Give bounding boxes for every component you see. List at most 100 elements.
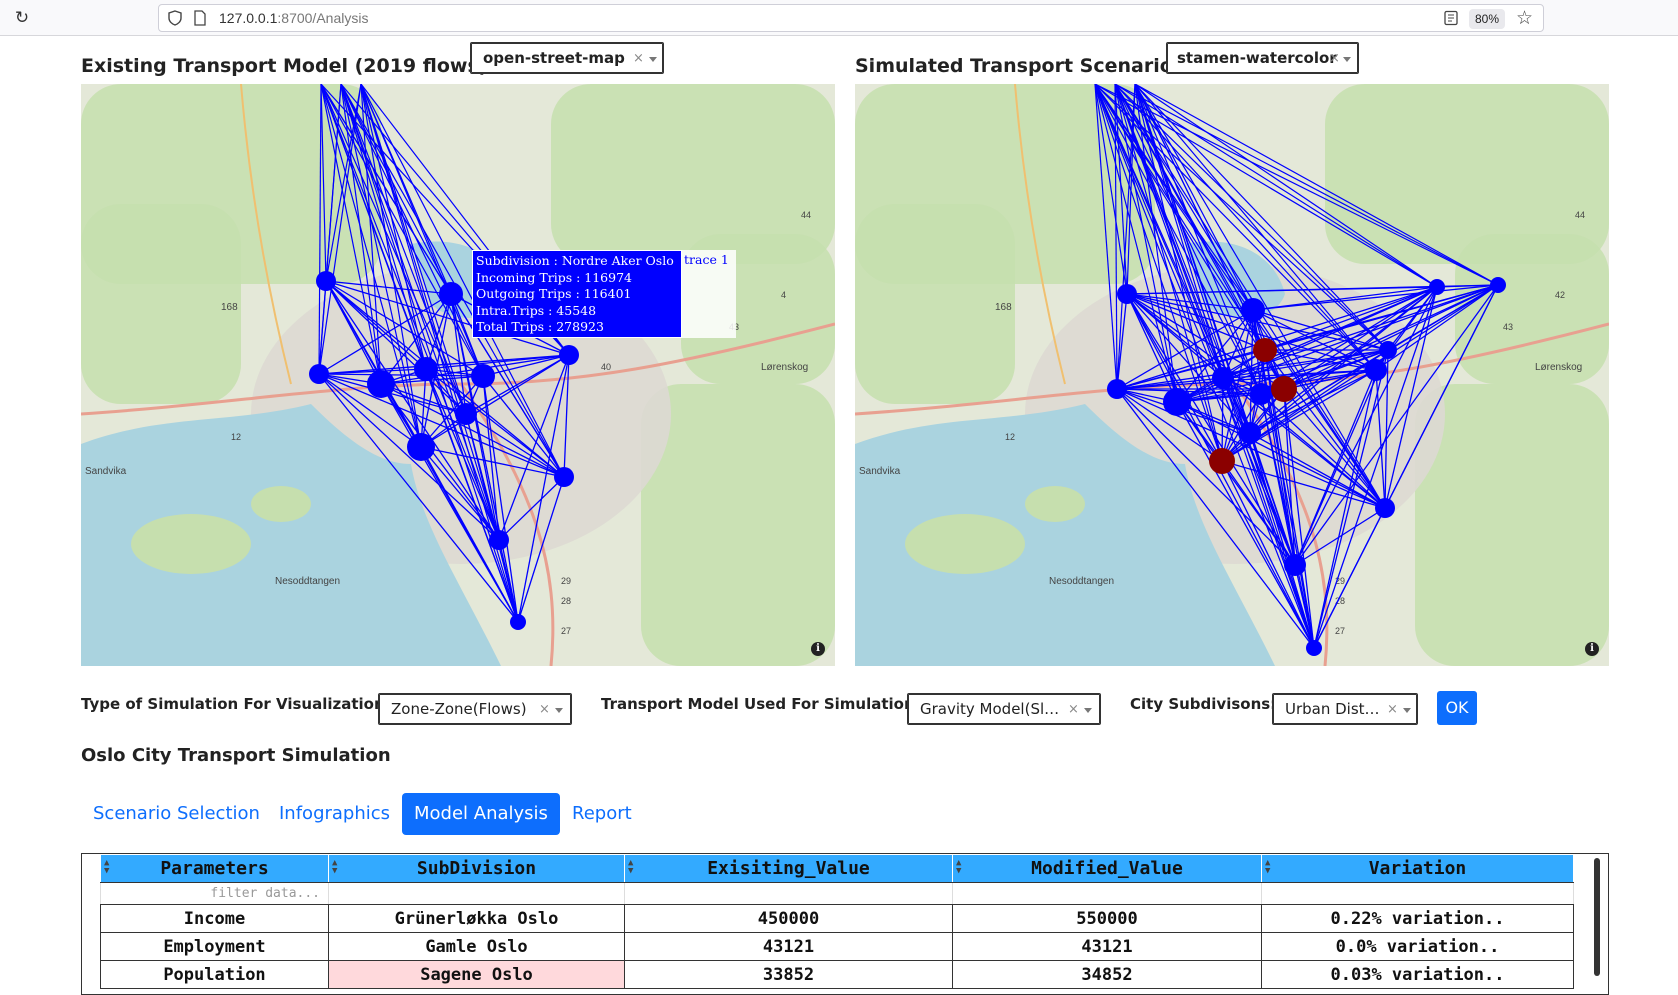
clear-icon[interactable]: × — [1387, 702, 1398, 717]
simulated-flow-map-canvas[interactable]: 168LørenskogSandvikaNesoddtangen12404344… — [855, 84, 1609, 666]
flow-node — [489, 530, 509, 550]
tab-report[interactable]: Report — [560, 793, 644, 835]
table-cell[interactable]: 550000 — [952, 904, 1262, 933]
column-label: SubDivision — [416, 858, 537, 879]
table-cell[interactable]: Gamle Oslo — [328, 932, 625, 961]
map-forest-area — [1455, 234, 1609, 384]
reader-view-icon[interactable] — [1443, 10, 1459, 26]
map-place-label: 12 — [1005, 432, 1015, 442]
flow-node — [1271, 376, 1297, 402]
table-cell[interactable]: Income — [100, 904, 329, 933]
map-place-label: 44 — [801, 210, 811, 220]
sort-icon[interactable]: ▲ ▼ — [332, 859, 337, 876]
url-bar[interactable]: 127.0.0.1:8700/Analysis 80% ☆ — [158, 4, 1544, 32]
hover-tooltip: Subdivision : Nordre Aker Oslo Incoming … — [472, 250, 682, 338]
table-cell[interactable]: 0.0% variation.. — [1261, 932, 1574, 961]
clear-icon[interactable]: × — [1068, 702, 1079, 717]
column-header-existing-value[interactable]: ▲ ▼ Exisiting_Value — [624, 854, 953, 883]
reload-icon[interactable]: ↻ — [12, 8, 32, 28]
table-cell[interactable]: 0.22% variation.. — [1261, 904, 1574, 933]
table-cell[interactable]: Population — [100, 960, 329, 989]
clear-icon[interactable]: × — [1329, 51, 1340, 66]
table-cell[interactable]: 33852 — [624, 960, 953, 989]
sim-type-label: Type of Simulation For Visualization: — [81, 695, 391, 713]
flow-node — [1429, 279, 1445, 295]
column-header-variation[interactable]: ▲ ▼ Variation — [1261, 854, 1574, 883]
flow-node — [510, 614, 526, 630]
info-icon[interactable]: i — [1585, 642, 1599, 656]
ok-button[interactable]: OK — [1437, 691, 1477, 725]
table-header-row: ▲ ▼ Parameters ▲ ▼ SubDivision ▲ ▼ Exisiting_V… — [100, 854, 1574, 883]
browser-toolbar: ↻ 127.0.0.1:8700/Analysis 80% ☆ — [0, 0, 1678, 36]
url-path: :8700/Analysis — [277, 10, 369, 26]
column-header-parameters[interactable]: ▲ ▼ Parameters — [100, 854, 329, 883]
zoom-level[interactable]: 80% — [1468, 9, 1505, 29]
analysis-table: ▲ ▼ Parameters ▲ ▼ SubDivision ▲ ▼ Exisiting_V… — [100, 854, 1574, 989]
flow-node — [1490, 277, 1506, 293]
url-text[interactable]: 127.0.0.1:8700/Analysis — [219, 10, 368, 26]
analysis-table-container: ▲ ▼ Parameters ▲ ▼ SubDivision ▲ ▼ Exisiting_V… — [81, 853, 1609, 995]
filter-cell[interactable]: filter data... — [100, 882, 329, 905]
filter-cell[interactable] — [624, 882, 953, 905]
flow-node — [309, 364, 329, 384]
existing-flow-map[interactable]: 168LørenskogSandvikaNesoddtangen12404344… — [81, 84, 835, 666]
bookmark-star-icon[interactable]: ☆ — [1516, 7, 1533, 29]
flow-node — [1250, 383, 1272, 405]
map-island — [1025, 486, 1085, 522]
tab-model-analysis[interactable]: Model Analysis — [402, 793, 560, 835]
sort-icon[interactable]: ▲ ▼ — [104, 859, 109, 876]
filter-cell[interactable] — [328, 882, 625, 905]
flow-node — [1107, 379, 1127, 399]
table-row: Income Grünerløkka Oslo 450000 550000 0.… — [100, 904, 1574, 933]
table-cell[interactable]: 43121 — [952, 932, 1262, 961]
map-place-label: 4 — [781, 290, 786, 300]
table-cell[interactable]: 450000 — [624, 904, 953, 933]
table-cell[interactable]: 34852 — [952, 960, 1262, 989]
clear-icon[interactable]: × — [633, 51, 644, 66]
existing-flow-map-canvas[interactable]: 168LørenskogSandvikaNesoddtangen12404344… — [81, 84, 835, 666]
flow-node — [1284, 554, 1306, 576]
chevron-down-icon[interactable] — [1084, 708, 1092, 713]
table-cell[interactable]: Employment — [100, 932, 329, 961]
clear-icon[interactable]: × — [539, 702, 550, 717]
table-cell[interactable]: 43121 — [624, 932, 953, 961]
existing-model-title: Existing Transport Model (2019 flows) — [81, 55, 488, 77]
table-scrollbar[interactable] — [1594, 858, 1600, 976]
flow-node — [1375, 498, 1395, 518]
simulated-flow-map[interactable]: 168LørenskogSandvikaNesoddtangen12404344… — [855, 84, 1609, 666]
tab-infographics[interactable]: Infographics — [267, 793, 402, 835]
table-cell[interactable]: Grünerløkka Oslo — [328, 904, 625, 933]
table-cell-selected[interactable]: Sagene Oslo — [328, 960, 625, 989]
model-dropdown[interactable]: Gravity Model(Sl… × — [907, 693, 1101, 725]
column-label: Modified_Value — [1031, 858, 1183, 879]
flow-node — [414, 357, 438, 381]
dropdown-value: Gravity Model(Sl… — [920, 700, 1060, 718]
tooltip-total: Total Trips : 278923 — [476, 319, 604, 335]
sort-icon[interactable]: ▲ ▼ — [1265, 859, 1270, 876]
table-cell[interactable]: 0.03% variation.. — [1261, 960, 1574, 989]
column-header-subdivision[interactable]: ▲ ▼ SubDivision — [328, 854, 625, 883]
chevron-down-icon[interactable] — [555, 708, 563, 713]
shield-icon[interactable] — [167, 10, 183, 26]
map-island — [131, 514, 251, 574]
filter-cell[interactable] — [1261, 882, 1574, 905]
info-icon[interactable]: i — [811, 642, 825, 656]
map-place-label: Nesoddtangen — [1049, 576, 1114, 587]
chevron-down-icon[interactable] — [1343, 57, 1351, 62]
chevron-down-icon[interactable] — [649, 57, 657, 62]
map-place-label: 28 — [561, 596, 571, 606]
column-header-modified-value[interactable]: ▲ ▼ Modified_Value — [952, 854, 1262, 883]
map-place-label: 40 — [601, 362, 611, 372]
table-row: Population Sagene Oslo 33852 34852 0.03%… — [100, 960, 1574, 989]
tooltip-outgoing: Outgoing Trips : 116401 — [476, 286, 632, 302]
sort-icon[interactable]: ▲ ▼ — [628, 859, 633, 876]
map-place-label: Sandvika — [85, 466, 127, 477]
left-map-style-dropdown[interactable]: open-street-map × — [470, 42, 664, 74]
sim-type-dropdown[interactable]: Zone-Zone(Flows) × — [378, 693, 572, 725]
filter-cell[interactable] — [952, 882, 1262, 905]
right-map-style-dropdown[interactable]: stamen-watercolor × — [1166, 42, 1359, 74]
tab-scenario-selection[interactable]: Scenario Selection — [81, 793, 272, 835]
subdivisions-dropdown[interactable]: Urban Dist… × — [1272, 693, 1418, 725]
sort-icon[interactable]: ▲ ▼ — [956, 859, 961, 876]
chevron-down-icon[interactable] — [1403, 708, 1411, 713]
